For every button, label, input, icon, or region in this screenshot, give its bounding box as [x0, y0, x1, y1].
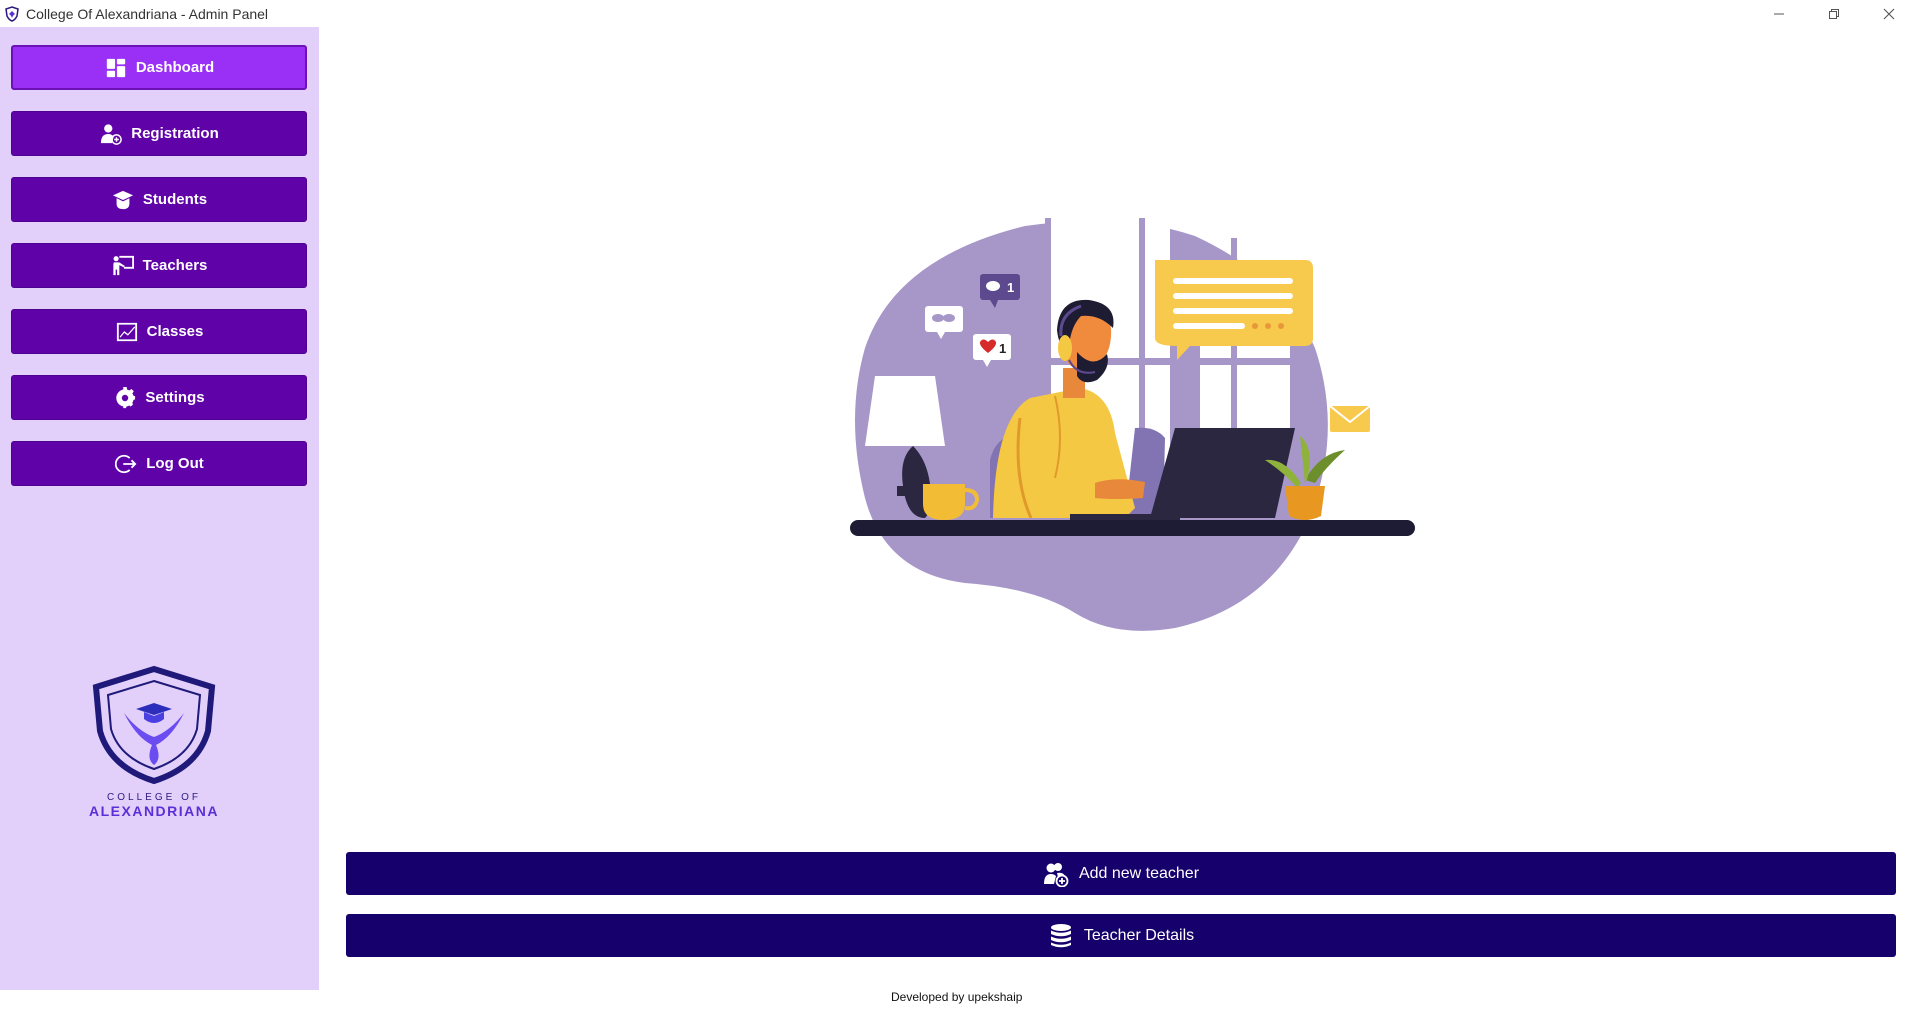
title-bar: College Of Alexandriana - Admin Panel — [0, 0, 1916, 27]
database-icon — [1048, 923, 1074, 949]
sidebar-item-label: Settings — [145, 389, 205, 406]
college-shield-logo — [92, 665, 216, 785]
logout-icon — [114, 452, 138, 476]
college-logo: COLLEGE OF ALEXANDRIANA — [84, 665, 234, 819]
sidebar-item-label: Log Out — [146, 455, 204, 472]
window-title: College Of Alexandriana - Admin Panel — [26, 5, 269, 22]
add-user-icon — [99, 122, 123, 146]
sidebar-item-students[interactable]: Students — [11, 177, 307, 222]
app-logo-icon — [5, 5, 19, 22]
minimize-icon — [1774, 13, 1784, 14]
add-new-teacher-label: Add new teacher — [1078, 864, 1200, 882]
teacher-details-button[interactable]: Teacher Details — [346, 914, 1896, 957]
close-icon — [1883, 8, 1895, 19]
sidebar-item-teachers[interactable]: Teachers — [11, 243, 307, 288]
sidebar-item-label: Students — [142, 191, 208, 208]
dashboard-icon — [104, 56, 128, 80]
teacher-board-icon — [111, 254, 135, 278]
teacher-details-label: Teacher Details — [1083, 926, 1195, 944]
sidebar-item-label: Classes — [146, 323, 204, 340]
sidebar-item-dashboard[interactable]: Dashboard — [11, 45, 307, 90]
sidebar-item-label: Registration — [131, 125, 219, 142]
messages-badge: 1 — [1007, 280, 1014, 295]
sidebar-item-label: Dashboard — [135, 59, 215, 76]
logo-line-1: COLLEGE OF — [107, 792, 201, 803]
footer-credit: Developed by upekshaip — [891, 990, 1023, 1004]
sidebar-item-logout[interactable]: Log Out — [11, 441, 307, 486]
sidebar-item-settings[interactable]: Settings — [11, 375, 307, 420]
restore-icon — [1829, 8, 1839, 19]
logo-line-2: ALEXANDRIANA — [89, 803, 219, 819]
add-teacher-icon — [1043, 861, 1069, 887]
sidebar-item-label: Teachers — [142, 257, 208, 274]
likes-badge: 1 — [999, 341, 1006, 356]
graduation-cap-icon — [111, 188, 135, 212]
chart-icon — [115, 320, 139, 344]
sidebar-item-classes[interactable]: Classes — [11, 309, 307, 354]
dashboard-illustration: 1 1 — [850, 218, 1415, 631]
sidebar-item-registration[interactable]: Registration — [11, 111, 307, 156]
gear-icon — [113, 386, 137, 410]
minimize-button[interactable] — [1752, 0, 1806, 27]
add-new-teacher-button[interactable]: Add new teacher — [346, 852, 1896, 895]
restore-button[interactable] — [1807, 0, 1861, 27]
sidebar: Dashboard Registration Students Teachers… — [0, 27, 319, 990]
close-button[interactable] — [1862, 0, 1916, 27]
